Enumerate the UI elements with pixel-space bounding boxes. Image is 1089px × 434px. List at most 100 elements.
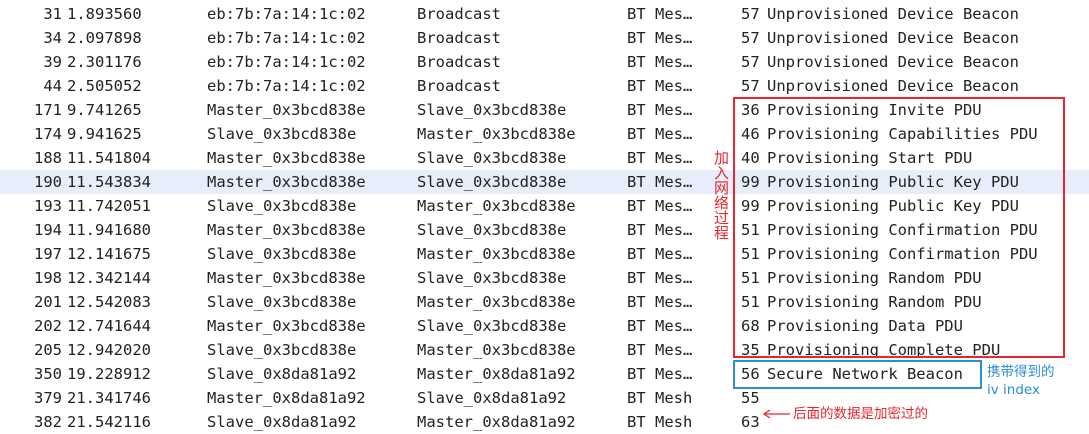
packet-length: 57 bbox=[741, 77, 760, 95]
packet-time: 12.542083 bbox=[67, 293, 151, 311]
packet-time: 2.301176 bbox=[67, 53, 142, 71]
packet-info: Unprovisioned Device Beacon bbox=[767, 5, 1019, 23]
packet-number: 382 bbox=[34, 413, 62, 431]
packet-time: 1.893560 bbox=[67, 5, 142, 23]
packet-protocol: BT Mes… bbox=[627, 149, 693, 167]
packet-number: 31 bbox=[43, 5, 62, 23]
packet-row[interactable]: 34 2.097898 eb:7b:7a:14:1c:02 Broadcast BT M… bbox=[0, 26, 1089, 50]
packet-number: 350 bbox=[34, 365, 62, 383]
packet-length: 57 bbox=[741, 53, 760, 71]
packet-source: eb:7b:7a:14:1c:02 bbox=[207, 77, 366, 95]
packet-time: 2.097898 bbox=[67, 29, 142, 47]
packet-protocol: BT Mes… bbox=[627, 5, 693, 23]
packet-source: Master_0x3bcd838e bbox=[207, 173, 366, 191]
packet-protocol: BT Mes… bbox=[627, 221, 693, 239]
packet-number: 202 bbox=[34, 317, 62, 335]
packet-destination: Broadcast bbox=[417, 29, 501, 47]
packet-protocol: BT Mes… bbox=[627, 173, 693, 191]
packet-number: 34 bbox=[43, 29, 62, 47]
packet-source: Slave_0x3bcd838e bbox=[207, 125, 357, 143]
packet-protocol: BT Mes… bbox=[627, 101, 693, 119]
packet-destination: Slave_0x3bcd838e bbox=[417, 221, 567, 239]
packet-number: 174 bbox=[34, 125, 62, 143]
packet-time: 12.342144 bbox=[67, 269, 151, 287]
packet-source: Slave_0x3bcd838e bbox=[207, 197, 357, 215]
packet-info: Unprovisioned Device Beacon bbox=[767, 77, 1019, 95]
packet-protocol: BT Mes… bbox=[627, 197, 693, 215]
packet-source: eb:7b:7a:14:1c:02 bbox=[207, 5, 366, 23]
left-arrow-icon bbox=[762, 409, 790, 419]
packet-number: 197 bbox=[34, 245, 62, 263]
packet-source: Slave_0x8da81a92 bbox=[207, 413, 357, 431]
packet-time: 11.543834 bbox=[67, 173, 151, 191]
packet-destination: Master_0x8da81a92 bbox=[417, 365, 576, 383]
packet-row[interactable]: 39 2.301176 eb:7b:7a:14:1c:02 Broadcast BT M… bbox=[0, 50, 1089, 74]
packet-protocol: BT Mes… bbox=[627, 269, 693, 287]
packet-destination: Broadcast bbox=[417, 53, 501, 71]
packet-number: 188 bbox=[34, 149, 62, 167]
packet-destination: Slave_0x3bcd838e bbox=[417, 317, 567, 335]
packet-number: 198 bbox=[34, 269, 62, 287]
packet-protocol: BT Mes… bbox=[627, 293, 693, 311]
packet-time: 9.941625 bbox=[67, 125, 142, 143]
packet-info: Unprovisioned Device Beacon bbox=[767, 29, 1019, 47]
packet-source: Master_0x3bcd838e bbox=[207, 101, 366, 119]
packet-destination: Master_0x3bcd838e bbox=[417, 245, 576, 263]
packet-number: 194 bbox=[34, 221, 62, 239]
packet-time: 21.542116 bbox=[67, 413, 151, 431]
packet-protocol: BT Mes… bbox=[627, 365, 693, 383]
packet-time: 21.341746 bbox=[67, 389, 151, 407]
packet-row[interactable]: 31 1.893560 eb:7b:7a:14:1c:02 Broadcast BT M… bbox=[0, 2, 1089, 26]
packet-destination: Broadcast bbox=[417, 77, 501, 95]
provisioning-label: 加入网络过程 bbox=[712, 150, 730, 240]
packet-destination: Master_0x8da81a92 bbox=[417, 413, 576, 431]
packet-number: 205 bbox=[34, 341, 62, 359]
packet-destination: Master_0x3bcd838e bbox=[417, 197, 576, 215]
packet-destination: Slave_0x3bcd838e bbox=[417, 269, 567, 287]
packet-number: 193 bbox=[34, 197, 62, 215]
iv-index-note-line2: iv index bbox=[987, 382, 1040, 398]
packet-source: Master_0x3bcd838e bbox=[207, 269, 366, 287]
packet-source: Slave_0x3bcd838e bbox=[207, 293, 357, 311]
packet-protocol: BT Mes… bbox=[627, 125, 693, 143]
packet-number: 201 bbox=[34, 293, 62, 311]
packet-number: 171 bbox=[34, 101, 62, 119]
packet-time: 12.141675 bbox=[67, 245, 151, 263]
packet-time: 9.741265 bbox=[67, 101, 142, 119]
packet-source: Slave_0x3bcd838e bbox=[207, 341, 357, 359]
packet-source: eb:7b:7a:14:1c:02 bbox=[207, 53, 366, 71]
packet-source: eb:7b:7a:14:1c:02 bbox=[207, 29, 366, 47]
packet-protocol: BT Mes… bbox=[627, 341, 693, 359]
packet-time: 19.228912 bbox=[67, 365, 151, 383]
packet-protocol: BT Mes… bbox=[627, 245, 693, 263]
packet-destination: Slave_0x3bcd838e bbox=[417, 173, 567, 191]
iv-index-note-line1: 携带得到的 bbox=[987, 364, 1055, 380]
iv-index-note: 携带得到的 iv index bbox=[987, 363, 1087, 399]
packet-time: 12.741644 bbox=[67, 317, 151, 335]
packet-source: Master_0x3bcd838e bbox=[207, 317, 366, 335]
packet-protocol: BT Mes… bbox=[627, 317, 693, 335]
packet-length: 57 bbox=[741, 29, 760, 47]
packet-time: 11.941680 bbox=[67, 221, 151, 239]
packet-protocol: BT Mes… bbox=[627, 53, 693, 71]
packet-length: 57 bbox=[741, 5, 760, 23]
packet-source: Master_0x8da81a92 bbox=[207, 389, 366, 407]
packet-destination: Slave_0x3bcd838e bbox=[417, 101, 567, 119]
packet-number: 39 bbox=[43, 53, 62, 71]
packet-source: Slave_0x8da81a92 bbox=[207, 365, 357, 383]
provisioning-highlight-box bbox=[733, 97, 1065, 358]
packet-time: 2.505052 bbox=[67, 77, 142, 95]
packet-destination: Master_0x3bcd838e bbox=[417, 293, 576, 311]
packet-destination: Slave_0x8da81a92 bbox=[417, 389, 567, 407]
packet-destination: Broadcast bbox=[417, 5, 501, 23]
packet-protocol: BT Mes… bbox=[627, 29, 693, 47]
packet-protocol: BT Mesh bbox=[627, 413, 693, 431]
packet-source: Master_0x3bcd838e bbox=[207, 221, 366, 239]
packet-source: Master_0x3bcd838e bbox=[207, 149, 366, 167]
packet-time: 12.942020 bbox=[67, 341, 151, 359]
packet-row[interactable]: 44 2.505052 eb:7b:7a:14:1c:02 Broadcast BT M… bbox=[0, 74, 1089, 98]
secure-beacon-highlight-box bbox=[733, 360, 982, 389]
packet-time: 11.742051 bbox=[67, 197, 151, 215]
packet-number: 44 bbox=[43, 77, 62, 95]
packet-number: 190 bbox=[34, 173, 62, 191]
